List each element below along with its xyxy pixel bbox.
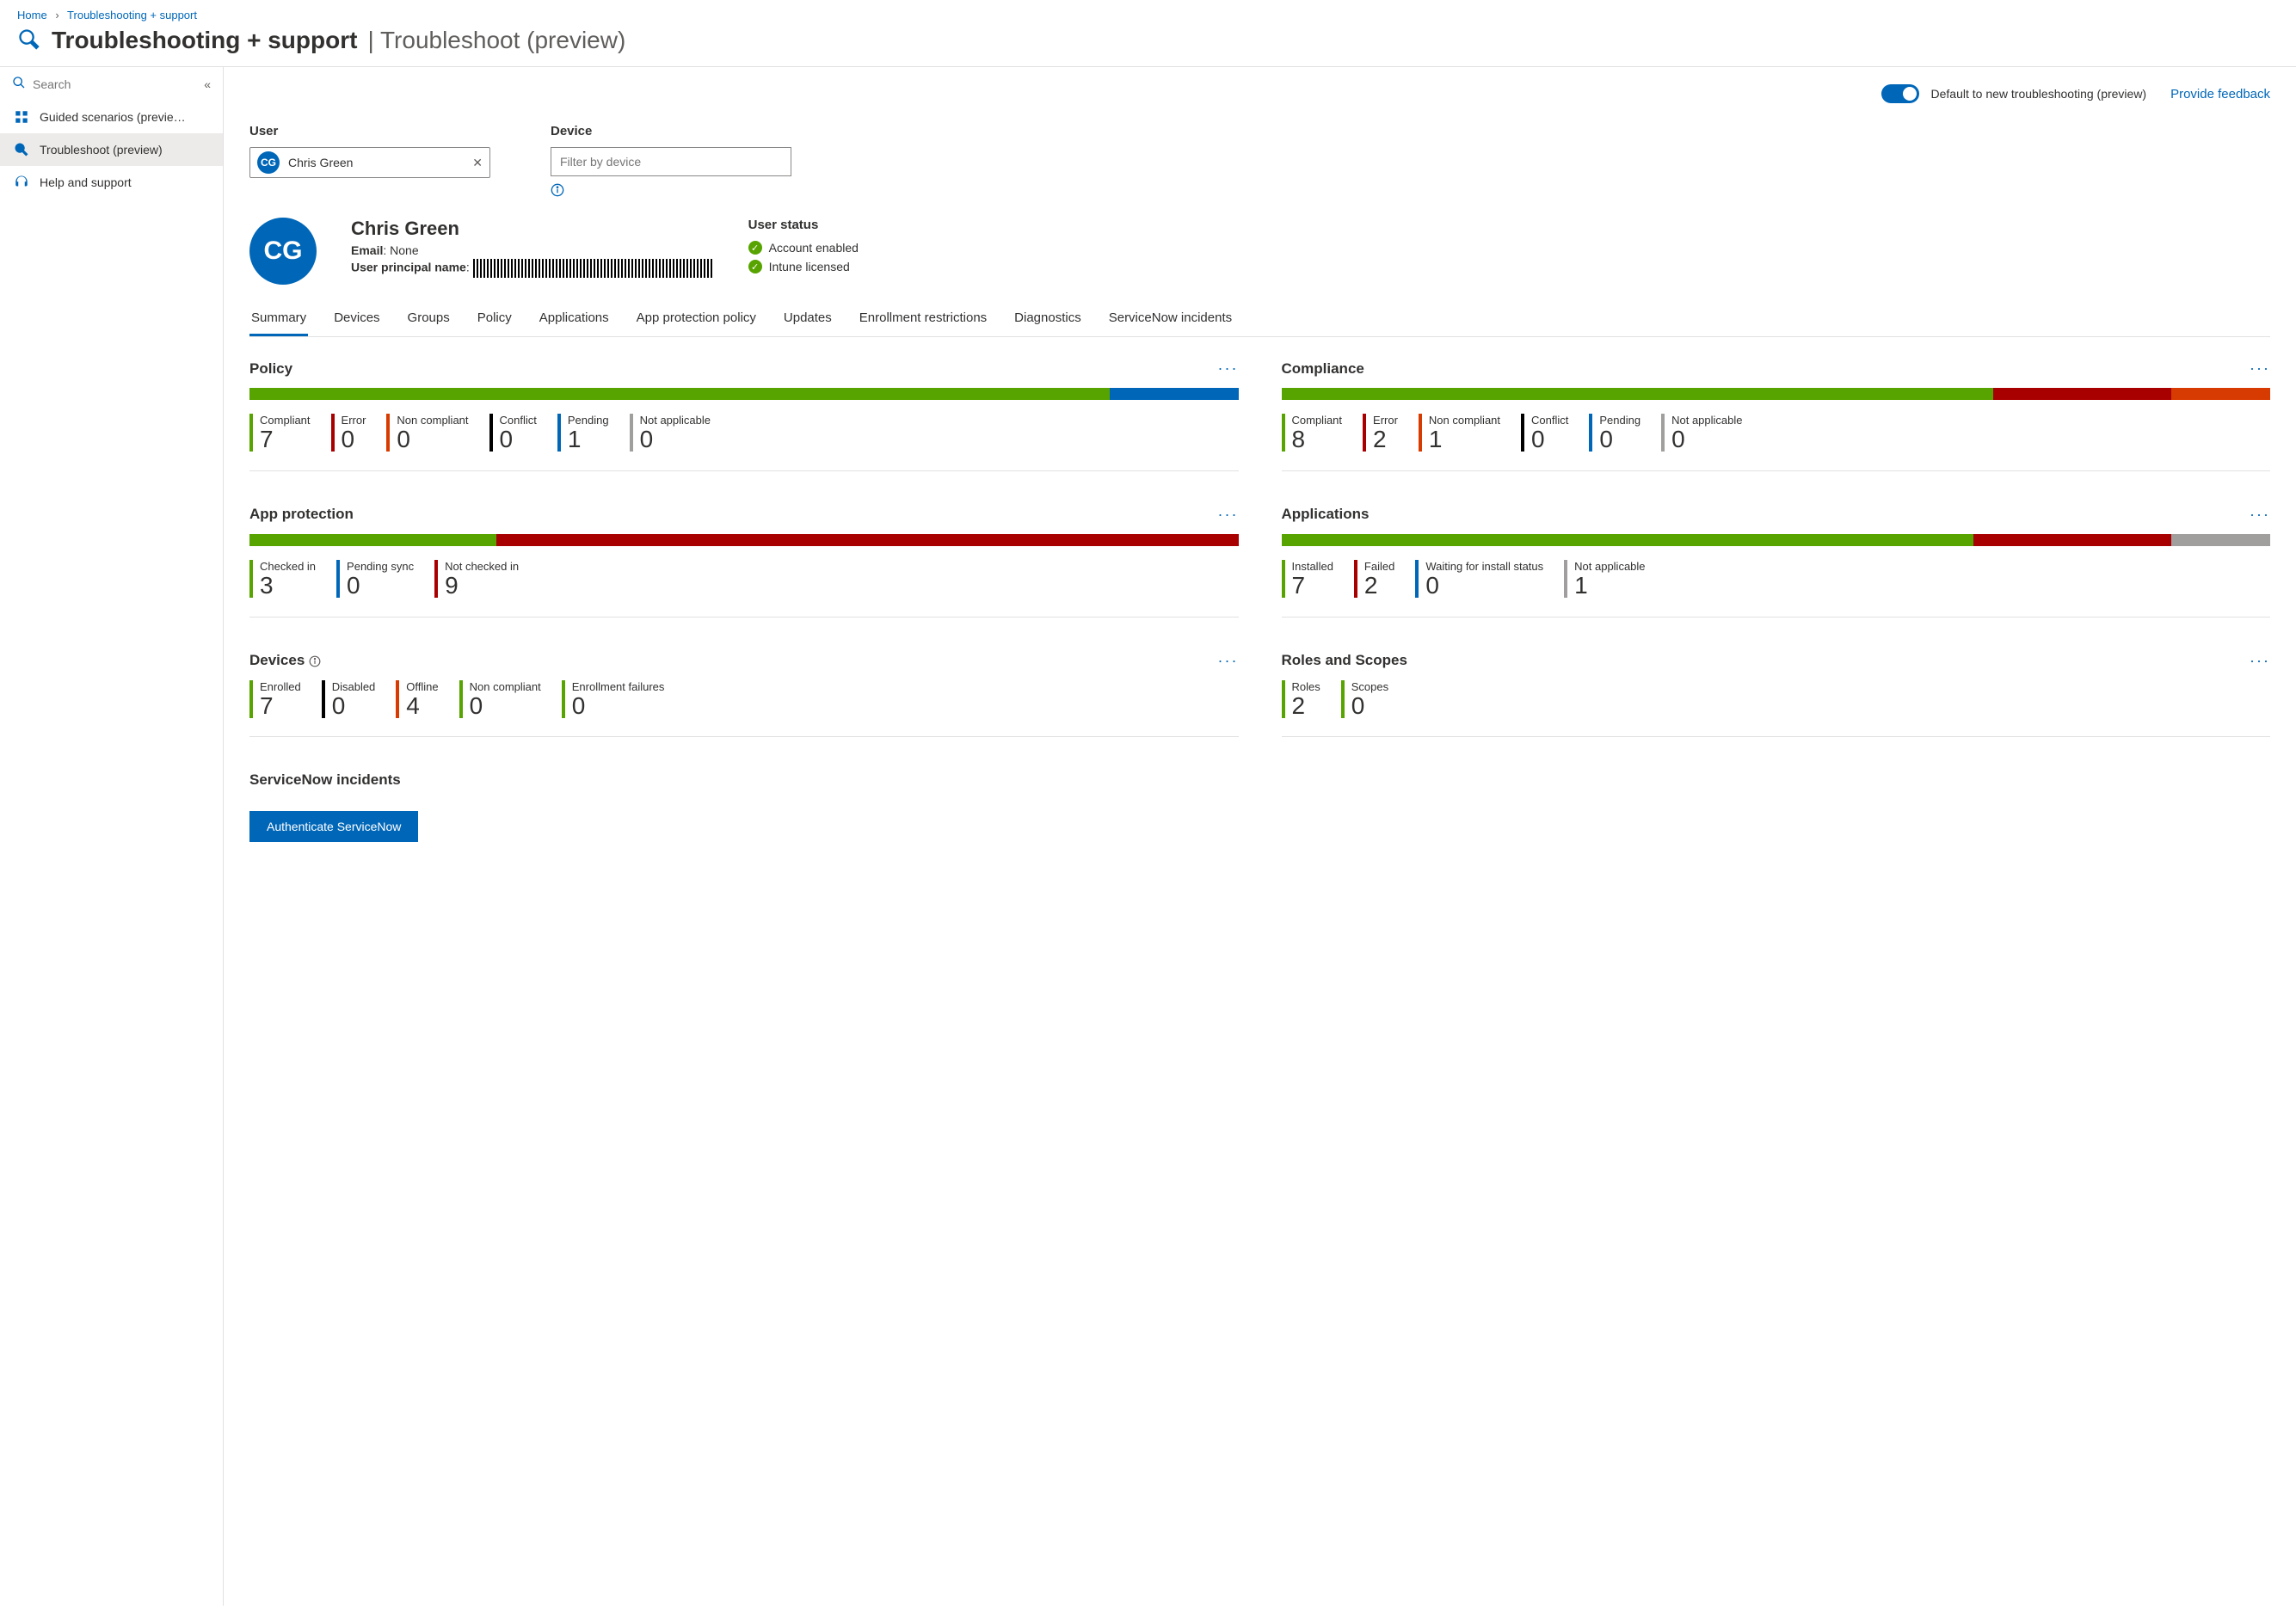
sidebar-item-label: Help and support [40, 175, 132, 189]
policy-stat: Not applicable0 [630, 414, 711, 453]
breadcrumb-section[interactable]: Troubleshooting + support [67, 9, 197, 22]
policy-stat: Conflict0 [489, 414, 537, 453]
compliance-stat: Conflict0 [1521, 414, 1568, 453]
status-account-enabled: ✓ Account enabled [748, 241, 859, 255]
check-icon: ✓ [748, 260, 762, 273]
app_protection-card-title: App protection [249, 506, 354, 523]
sidebar-item-label: Troubleshoot (preview) [40, 143, 163, 157]
info-icon[interactable] [551, 183, 791, 197]
more-icon[interactable]: ··· [1218, 652, 1239, 670]
user-chip-avatar: CG [257, 151, 280, 174]
applications-stat: Failed2 [1354, 560, 1394, 599]
roles-stat: Roles2 [1282, 680, 1320, 720]
devices-stat: Offline4 [396, 680, 438, 720]
compliance-bar [1282, 388, 2271, 400]
breadcrumb-home[interactable]: Home [17, 9, 47, 22]
more-icon[interactable]: ··· [2250, 652, 2270, 670]
more-icon[interactable]: ··· [2250, 506, 2270, 524]
devices-stat: Disabled0 [322, 680, 376, 720]
email-label: Email [351, 243, 383, 257]
sidebar-item-help-support[interactable]: Help and support [0, 166, 223, 199]
app_protection-stat: Pending sync0 [336, 560, 414, 599]
status-intune-licensed: ✓ Intune licensed [748, 260, 859, 273]
applications-stat: Not applicable1 [1564, 560, 1645, 599]
user-filter-label: User [249, 124, 490, 138]
policy-card-title: Policy [249, 360, 292, 378]
tab-app-protection-policy[interactable]: App protection policy [635, 302, 758, 336]
policy-bar [249, 388, 1239, 400]
user-chip[interactable]: CG Chris Green ✕ [249, 147, 490, 178]
tab-groups[interactable]: Groups [406, 302, 452, 336]
close-icon[interactable]: ✕ [472, 156, 483, 170]
tabs: Summary Devices Groups Policy Applications Ap… [249, 302, 2270, 337]
tab-enrollment-restrictions[interactable]: Enrollment restrictions [858, 302, 988, 336]
check-icon: ✓ [748, 241, 762, 255]
applications-card-title: Applications [1282, 506, 1370, 523]
sidebar-search-input[interactable] [33, 77, 197, 91]
wrench-icon [14, 142, 29, 157]
app_protection-stat: Checked in3 [249, 560, 316, 599]
user-chip-name: Chris Green [288, 156, 353, 169]
policy-stat: Non compliant0 [386, 414, 468, 453]
user-avatar: CG [249, 218, 317, 285]
more-icon[interactable]: ··· [2250, 359, 2270, 378]
applications-stat: Installed7 [1282, 560, 1333, 599]
compliance-stat: Non compliant1 [1419, 414, 1500, 453]
tab-applications[interactable]: Applications [538, 302, 611, 336]
more-icon[interactable]: ··· [1218, 506, 1239, 524]
guided-scenarios-icon [14, 109, 29, 125]
tab-summary[interactable]: Summary [249, 302, 308, 336]
tab-updates[interactable]: Updates [782, 302, 834, 336]
user-status-title: User status [748, 218, 859, 232]
compliance-stat: Compliant8 [1282, 414, 1343, 453]
more-icon[interactable]: ··· [1218, 359, 1239, 378]
sidebar-item-guided-scenarios[interactable]: Guided scenarios (previe… [0, 101, 223, 133]
applications-bar [1282, 534, 2271, 546]
sidebar-item-troubleshoot[interactable]: Troubleshoot (preview) [0, 133, 223, 166]
search-icon [12, 76, 26, 92]
compliance-stat: Error2 [1363, 414, 1398, 453]
roles-card-title: Roles and Scopes [1282, 652, 1407, 669]
page-title: Troubleshooting + support [52, 27, 357, 54]
sidebar: « Guided scenarios (previe… Troubleshoot… [0, 67, 224, 1606]
app_protection-bar [249, 534, 1239, 546]
devices-stat: Enrollment failures0 [562, 680, 665, 720]
applications-stat: Waiting for install status0 [1415, 560, 1543, 599]
sidebar-item-label: Guided scenarios (previe… [40, 110, 186, 124]
upn-value-redacted [473, 259, 714, 278]
policy-stat: Pending1 [557, 414, 609, 453]
toggle-label: Default to new troubleshooting (preview) [1931, 87, 2147, 101]
tab-diagnostics[interactable]: Diagnostics [1013, 302, 1083, 336]
device-filter-label: Device [551, 124, 791, 138]
policy-stat: Compliant7 [249, 414, 311, 453]
profile-name: Chris Green [351, 218, 714, 240]
provide-feedback-link[interactable]: Provide feedback [2170, 87, 2270, 101]
collapse-sidebar-icon[interactable]: « [204, 77, 211, 91]
headset-icon [14, 175, 29, 190]
tab-servicenow-incidents[interactable]: ServiceNow incidents [1107, 302, 1234, 336]
default-troubleshooting-toggle[interactable] [1881, 84, 1919, 103]
email-value: None [390, 243, 418, 257]
app_protection-stat: Not checked in9 [434, 560, 519, 599]
devices-stat: Non compliant0 [459, 680, 541, 720]
servicenow-card-title: ServiceNow incidents [249, 771, 401, 789]
devices-stat: Enrolled7 [249, 680, 301, 720]
compliance-stat: Pending0 [1589, 414, 1640, 453]
chevron-right-icon: › [55, 9, 58, 22]
upn-label: User principal name [351, 261, 466, 274]
compliance-card-title: Compliance [1282, 360, 1364, 378]
devices-card-title: Devices [249, 652, 321, 669]
page-subtitle: | Troubleshoot (preview) [367, 27, 625, 54]
authenticate-servicenow-button[interactable]: Authenticate ServiceNow [249, 811, 418, 842]
roles-stat: Scopes0 [1341, 680, 1388, 720]
breadcrumb: Home › Troubleshooting + support [0, 0, 2296, 23]
info-icon[interactable] [309, 655, 321, 667]
tab-policy[interactable]: Policy [476, 302, 514, 336]
compliance-stat: Not applicable0 [1661, 414, 1742, 453]
policy-stat: Error0 [331, 414, 366, 453]
device-filter-input[interactable] [551, 147, 791, 176]
tab-devices[interactable]: Devices [332, 302, 381, 336]
troubleshoot-icon [17, 28, 41, 54]
